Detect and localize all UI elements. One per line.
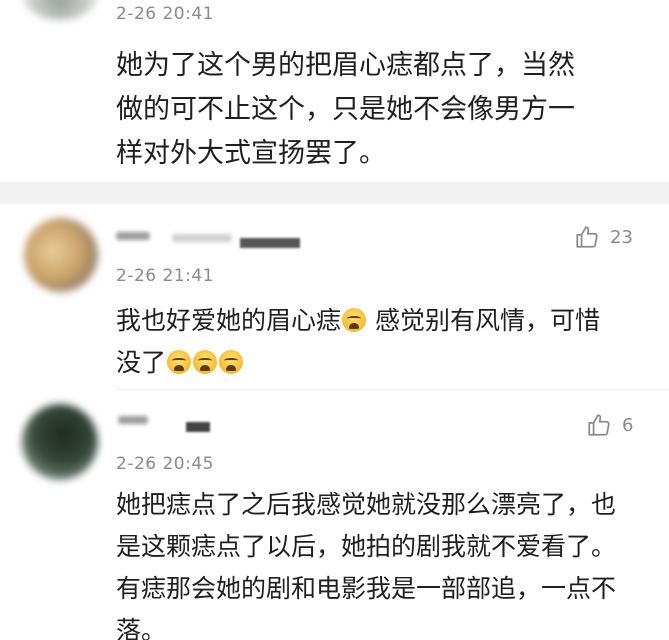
comment-text-line: 样对外大式宣扬罢了。 — [116, 138, 386, 169]
comment-timestamp: 2-26 20:45 — [116, 454, 214, 474]
username-redacted — [186, 422, 210, 432]
comment-item: 2-26 20:41 她为了这个男的把眉心痣都点了，当然 做的可不止这个，只是她… — [0, 0, 669, 182]
comment-text-line: 是这颗痣点了以后，她拍的剧我就不爱看了。 — [116, 532, 617, 561]
like-button[interactable]: 6 — [586, 412, 633, 438]
username-redacted[interactable] — [118, 416, 148, 424]
like-count: 6 — [622, 414, 634, 436]
comment-timestamp: 2-26 21:41 — [116, 266, 214, 286]
crying-emoji-icon — [219, 350, 244, 374]
like-button[interactable]: 23 — [574, 224, 633, 250]
comment-text-line: 她把痣点了之后我感觉她就没那么漂亮了，也 — [116, 490, 617, 519]
comment-item: 2-26 20:45 6 她把痣点了之后我感觉她就没那么漂亮了，也 是这颗痣点了… — [0, 390, 669, 640]
comment-text-segment: 感觉别有风情，可惜 — [374, 306, 600, 335]
crying-emoji-icon — [167, 350, 192, 374]
avatar[interactable] — [22, 0, 98, 20]
username-redacted[interactable] — [116, 232, 150, 240]
comment-text: 她为了这个男的把眉心痣都点了，当然 做的可不止这个，只是她不会像男方一 样对外大… — [116, 44, 636, 176]
comment-text-line: 有痣那会她的剧和电影我是一部部追，一点不 — [116, 574, 617, 603]
thumbs-up-icon — [576, 226, 598, 248]
comment-item: 2-26 21:41 23 我也好爱她的眉心痣 感觉别有风情，可惜 没了 — [0, 204, 669, 390]
comment-text-segment: 我也好爱她的眉心痣 — [116, 306, 342, 335]
comment-text-line: 落。 — [116, 616, 167, 640]
comment-text-line: 没了 — [116, 342, 636, 384]
avatar[interactable] — [24, 218, 98, 292]
crying-emoji-icon — [193, 350, 218, 374]
comment-text-line: 我也好爱她的眉心痣 感觉别有风情，可惜 — [116, 300, 636, 342]
username-redacted — [172, 234, 232, 242]
username-redacted — [240, 238, 300, 248]
crying-emoji-icon — [342, 308, 367, 332]
like-count: 23 — [610, 226, 633, 248]
avatar[interactable] — [22, 404, 98, 480]
section-divider — [0, 182, 669, 204]
comment-text-line: 她为了这个男的把眉心痣都点了，当然 — [116, 50, 575, 81]
comment-text: 我也好爱她的眉心痣 感觉别有风情，可惜 没了 — [116, 300, 636, 384]
comment-text-line: 做的可不止这个，只是她不会像男方一 — [116, 94, 575, 125]
thumbs-up-icon — [588, 414, 610, 436]
comment-text: 她把痣点了之后我感觉她就没那么漂亮了，也 是这颗痣点了以后，她拍的剧我就不爱看了… — [116, 484, 646, 640]
comment-timestamp: 2-26 20:41 — [116, 4, 214, 24]
comment-text-segment: 没了 — [116, 348, 167, 377]
